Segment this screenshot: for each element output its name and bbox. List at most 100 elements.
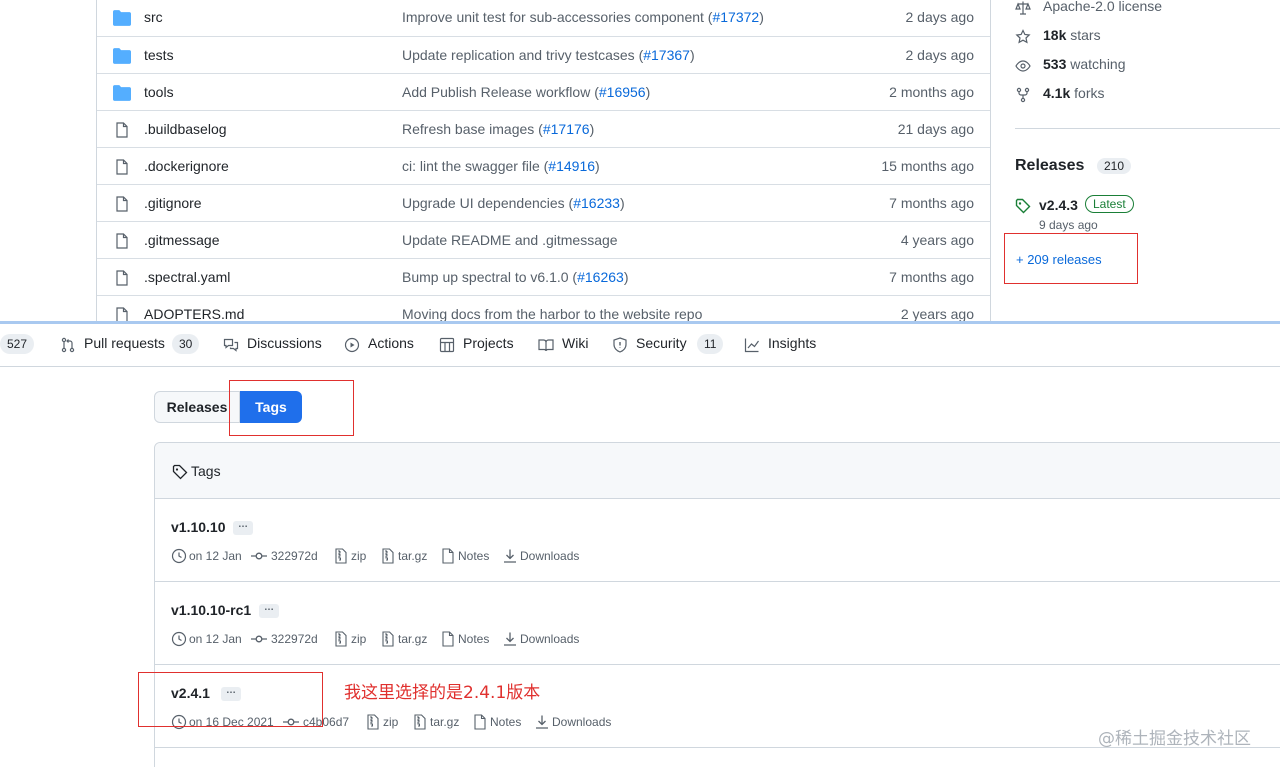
file-row[interactable]: .gitignore Upgrade UI dependencies (#1623…: [97, 184, 990, 221]
watching-label: watching: [1066, 56, 1126, 72]
commit-message-link[interactable]: Update README and .gitmessage: [402, 232, 618, 248]
file-row[interactable]: .gitmessage Update README and .gitmessage…: [97, 221, 990, 258]
tag-zip-label: zip: [351, 632, 367, 646]
file-zip-icon: [382, 548, 394, 564]
commit-message-text: Improve unit test for sub-accessories co…: [402, 9, 713, 25]
file-name-link[interactable]: .spectral.yaml: [144, 269, 230, 285]
commit-message-link[interactable]: Bump up spectral to v6.1.0 (#16263): [402, 269, 628, 285]
releases-toggle-button[interactable]: Releases: [154, 391, 240, 423]
tag-downloads-label: Downloads: [552, 715, 612, 729]
tag-name-link[interactable]: v1.10.10-rc1: [171, 602, 251, 618]
file-name-link[interactable]: .gitignore: [144, 195, 202, 211]
tab-wiki-label: Wiki: [562, 335, 589, 351]
file-row[interactable]: src Improve unit test for sub-accessories…: [97, 0, 990, 36]
pull-requests-count-badge: 30: [172, 334, 200, 354]
latest-release-link[interactable]: v2.4.3: [1039, 197, 1078, 213]
pull-request-link[interactable]: #16956: [599, 84, 646, 100]
file-name-link[interactable]: .dockerignore: [144, 158, 229, 174]
stars-label: stars: [1066, 27, 1101, 43]
pull-request-link[interactable]: #14916: [548, 158, 595, 174]
tab-insights-label: Insights: [768, 335, 817, 351]
pull-request-link[interactable]: #17372: [712, 9, 759, 25]
security-count-badge: 11: [697, 334, 724, 354]
file-row[interactable]: tools Add Publish Release workflow (#1695…: [97, 73, 990, 110]
download-icon: [504, 549, 516, 563]
tag-targz-label: tar.gz: [430, 715, 460, 729]
tag-row: v1.10.10-rc1 … on 12 Jan 322972d zip tar.gz No…: [155, 582, 1280, 665]
issues-count-badge[interactable]: 527: [0, 334, 35, 354]
tag-commit-sha: 322972d: [271, 632, 318, 646]
commit-message-text: Refresh base images (: [402, 121, 543, 137]
file-name-link[interactable]: tests: [144, 47, 174, 63]
file-name-link[interactable]: tools: [144, 84, 174, 100]
file-icon: [116, 233, 128, 249]
forks-count: 4.1k: [1043, 85, 1071, 101]
tag-targz-label: tar.gz: [398, 632, 428, 646]
last-commit-age: 2 days ago: [905, 47, 975, 63]
repo-file-browser: src Improve unit test for sub-accessories…: [0, 0, 1280, 321]
releases-heading[interactable]: Releases: [1015, 157, 1084, 175]
git-commit-icon: [251, 635, 267, 643]
pull-request-link[interactable]: #16263: [577, 269, 624, 285]
file-zip-icon: [335, 548, 347, 564]
tag-commit-sha: 322972d: [271, 549, 318, 563]
file-icon: [442, 548, 454, 564]
commit-message-tail: ): [589, 121, 595, 137]
pull-request-link[interactable]: #17176: [543, 121, 590, 137]
eye-icon: [1015, 60, 1031, 72]
file-row[interactable]: .dockerignore ci: lint the swagger file (…: [97, 147, 990, 184]
last-commit-age: 7 months ago: [889, 269, 974, 285]
commit-message-link[interactable]: Add Publish Release workflow (#16956): [402, 84, 650, 100]
commit-message-link[interactable]: Upgrade UI dependencies (#16233): [402, 195, 625, 211]
tag-name-link[interactable]: v1.10.10: [171, 519, 226, 535]
commit-message-text: ci: lint the swagger file (: [402, 158, 549, 174]
tag-date-label: on 12 Jan: [189, 549, 242, 563]
file-name-link[interactable]: .buildbaselog: [144, 121, 227, 137]
tag-more-button[interactable]: …: [259, 603, 279, 618]
last-commit-age: 7 months ago: [889, 195, 974, 211]
book-icon: [538, 339, 554, 352]
tag-notes-label: Notes: [490, 715, 522, 729]
file-row[interactable]: .buildbaselog Refresh base images (#17176…: [97, 110, 990, 147]
commit-message-tail: ): [619, 195, 625, 211]
file-row[interactable]: tests Update replication and trivy testca…: [97, 36, 990, 73]
last-commit-age: 2 days ago: [905, 9, 975, 25]
commit-message-text: Moving docs from the harbor to the websi…: [402, 306, 703, 321]
file-name-link[interactable]: ADOPTERS.md: [144, 306, 244, 321]
commit-message-tail: ): [645, 84, 651, 100]
commit-message-text: Upgrade UI dependencies (: [402, 195, 574, 211]
watching-count: 533: [1043, 56, 1067, 72]
pull-request-link[interactable]: #17367: [643, 47, 690, 63]
tab-security-label: Security: [636, 335, 687, 351]
tag-zip-label: zip: [383, 715, 399, 729]
last-commit-age: 2 years ago: [900, 306, 974, 321]
file-row[interactable]: .spectral.yaml Bump up spectral to v6.1.0…: [97, 258, 990, 295]
file-name-link[interactable]: src: [144, 9, 163, 25]
folder-icon: [113, 85, 131, 101]
tag-zip-label: zip: [351, 549, 367, 563]
file-icon: [116, 270, 128, 286]
pull-request-link[interactable]: #16233: [573, 195, 620, 211]
commit-message-link[interactable]: Moving docs from the harbor to the websi…: [402, 306, 702, 321]
file-icon: [442, 631, 454, 647]
repo-nav-bar: 527 Pull requests 30 Discussions Actions…: [0, 321, 1280, 367]
commit-message-link[interactable]: Improve unit test for sub-accessories co…: [402, 9, 764, 25]
tab-actions-label: Actions: [368, 335, 414, 351]
commit-message-link[interactable]: ci: lint the swagger file (#14916): [402, 158, 600, 174]
file-icon: [116, 196, 128, 212]
tags-list-header: Tags: [155, 443, 1280, 499]
download-icon: [504, 632, 516, 646]
commit-message-tail: ): [623, 269, 629, 285]
last-commit-age: 21 days ago: [897, 121, 974, 137]
file-row[interactable]: ADOPTERS.md Moving docs from the harbor t…: [97, 295, 990, 321]
forks-label: forks: [1070, 85, 1105, 101]
file-zip-icon: [335, 631, 347, 647]
commit-message-link[interactable]: Refresh base images (#17176): [402, 121, 594, 137]
commit-message-link[interactable]: Update replication and trivy testcases (…: [402, 47, 695, 63]
folder-icon: [113, 48, 131, 64]
file-name-link[interactable]: .gitmessage: [144, 232, 219, 248]
file-icon: [116, 122, 128, 138]
folder-icon: [113, 10, 131, 26]
tag-more-button[interactable]: …: [233, 520, 253, 535]
latest-badge: Latest: [1085, 195, 1134, 213]
